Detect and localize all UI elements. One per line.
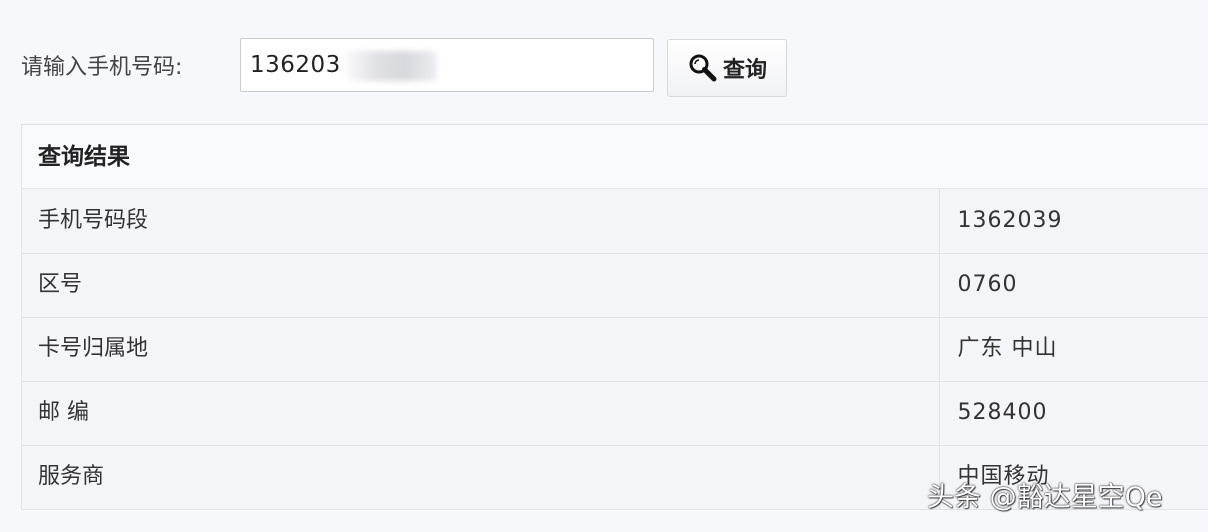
row-key-area-code: 区号 [22, 253, 940, 318]
search-form: 请输入手机号码: 查询 [0, 0, 1208, 120]
watermark-text: 头条 @豁达星空Qe [927, 482, 1163, 513]
phone-number-label: 请输入手机号码: [21, 55, 183, 80]
row-value-postcode: 528400 [939, 381, 1208, 446]
table-row: 邮 编 528400 [22, 381, 1208, 446]
row-key-phone-segment: 手机号码段 [22, 189, 940, 254]
phone-number-input[interactable] [241, 39, 653, 91]
result-header: 查询结果 [22, 125, 1208, 189]
query-result-panel: 查询结果 手机号码段 1362039 区号 0760 卡号归属地 广东 中山 邮… [21, 124, 1208, 510]
search-icon [687, 52, 719, 84]
row-key-location: 卡号归属地 [22, 317, 940, 382]
row-value-phone-segment: 1362039 [939, 189, 1208, 254]
table-row: 卡号归属地 广东 中山 [22, 317, 1208, 382]
query-button[interactable]: 查询 [667, 39, 787, 97]
result-table: 手机号码段 1362039 区号 0760 卡号归属地 广东 中山 邮 编 52… [22, 189, 1208, 509]
query-button-label: 查询 [722, 58, 767, 83]
phone-input-box[interactable] [240, 38, 654, 92]
row-key-carrier: 服务商 [22, 445, 940, 509]
table-row: 手机号码段 1362039 [22, 189, 1208, 254]
row-value-location: 广东 中山 [939, 317, 1208, 382]
row-key-postcode: 邮 编 [22, 381, 940, 446]
result-title: 查询结果 [38, 144, 130, 170]
table-row: 区号 0760 [22, 253, 1208, 318]
row-value-area-code: 0760 [939, 253, 1208, 318]
